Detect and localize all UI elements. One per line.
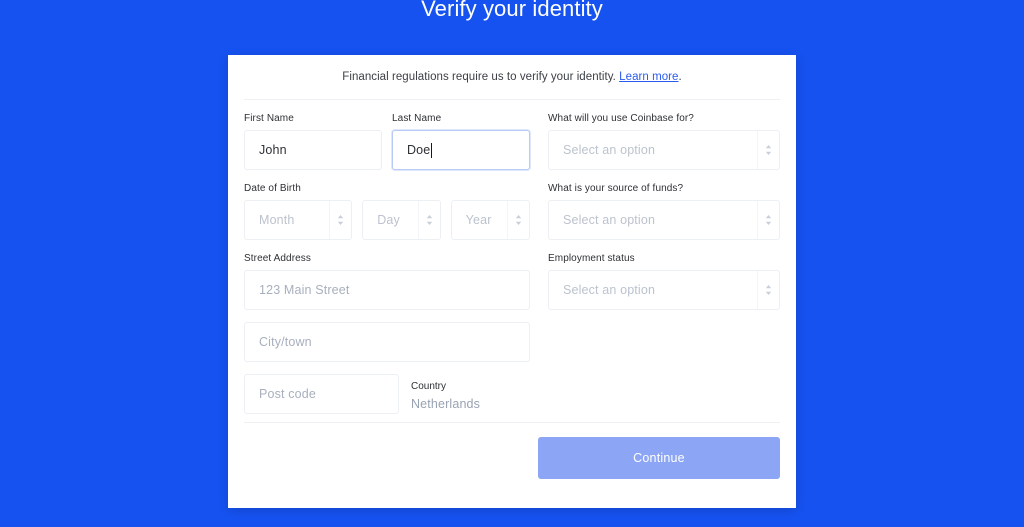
chevron-stepper-icon[interactable] [417,201,440,239]
intro-text: Financial regulations require us to veri… [228,55,796,83]
chevron-stepper-icon[interactable] [757,271,779,309]
street-address-label: Street Address [244,253,311,264]
form-column-left: First Name John Last Name Doe Date of Bi… [244,112,544,414]
learn-more-link[interactable]: Learn more [619,71,678,83]
identity-verification-card: Financial regulations require us to veri… [228,55,796,508]
dob-year-placeholder: Year [465,213,492,227]
last-name-value: Doe [407,143,431,157]
city-input[interactable]: City/town [244,322,530,362]
form-body: First Name John Last Name Doe Date of Bi… [228,100,796,414]
use-case-placeholder: Select an option [563,143,656,157]
date-of-birth-group: Date of Birth Month Day Year [244,182,531,240]
use-case-label: What will you use Coinbase for? [548,113,694,124]
country-value: Netherlands [411,397,481,411]
source-of-funds-group: What is your source of funds? Select an … [548,182,780,240]
first-name-group: First Name John [244,112,382,170]
text-caret [431,142,433,158]
dob-day-select[interactable]: Day [362,200,441,240]
page-title: Verify your identity [421,0,603,21]
postcode-country-row: Post code Country Netherlands [244,374,530,414]
city-placeholder: City/town [259,335,312,349]
last-name-input[interactable]: Doe [392,130,530,170]
post-code-placeholder: Post code [259,387,316,401]
form-column-right: What will you use Coinbase for? Select a… [544,112,780,414]
source-of-funds-label: What is your source of funds? [548,183,684,194]
chevron-stepper-icon[interactable] [507,201,529,239]
chevron-stepper-icon[interactable] [757,201,779,239]
continue-button[interactable]: Continue [538,437,780,479]
date-of-birth-row: Month Day Year [244,200,531,240]
chevron-stepper-icon[interactable] [329,201,351,239]
street-address-input[interactable]: 123 Main Street [244,270,530,310]
employment-status-select[interactable]: Select an option [548,270,780,310]
verification-screen: Verify your identity Financial regulatio… [0,0,1024,527]
chevron-stepper-icon[interactable] [757,131,779,169]
first-name-value: John [259,143,287,157]
use-case-group: What will you use Coinbase for? Select a… [548,112,780,170]
source-of-funds-placeholder: Select an option [563,213,656,227]
dob-month-placeholder: Month [259,213,295,227]
street-address-group: Street Address 123 Main Street [244,252,530,310]
street-address-placeholder: 123 Main Street [259,283,350,297]
dob-month-select[interactable]: Month [244,200,353,240]
date-of-birth-label: Date of Birth [244,183,301,194]
country-block: Country Netherlands [411,374,480,411]
country-label: Country [411,381,447,392]
dob-year-select[interactable]: Year [450,200,531,240]
post-code-input[interactable]: Post code [244,374,399,414]
last-name-group: Last Name Doe [392,112,530,170]
intro-period: . [678,71,682,83]
employment-status-label: Employment status [548,253,635,264]
source-of-funds-select[interactable]: Select an option [548,200,780,240]
last-name-label: Last Name [392,113,442,124]
dob-day-placeholder: Day [377,213,400,227]
first-name-input[interactable]: John [244,130,382,170]
employment-status-group: Employment status Select an option [548,252,780,310]
first-name-label: First Name [244,113,294,124]
employment-status-placeholder: Select an option [563,283,656,297]
use-case-select[interactable]: Select an option [548,130,780,170]
card-footer: Continue [228,423,796,479]
city-group: City/town [244,322,530,362]
name-row: First Name John Last Name Doe [244,112,530,170]
intro-sentence: Financial regulations require us to veri… [342,71,616,83]
